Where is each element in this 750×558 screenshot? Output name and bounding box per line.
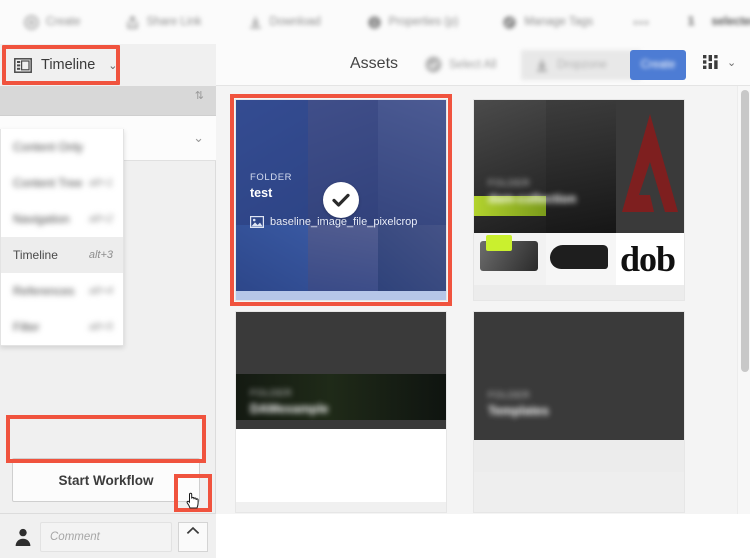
select-all-button[interactable]: Select All: [425, 56, 496, 73]
card-footer: [474, 440, 684, 512]
create-button[interactable]: Create: [630, 50, 686, 80]
download-icon: [535, 58, 549, 73]
card-thumbnail: dob FOLDER dam-collection: [474, 100, 684, 285]
grid-view-icon: [703, 55, 719, 70]
dropdown-item-label: Content Tree: [13, 176, 82, 190]
workflow-section: Start Workflow: [0, 449, 216, 513]
selection-count: 1: [688, 16, 694, 28]
collage-tile: [474, 233, 546, 285]
dropdown-item-label: Content Only: [13, 140, 83, 154]
card-selected-check[interactable]: [323, 182, 359, 218]
select-all-label: Select All: [449, 59, 496, 71]
check-icon: [330, 189, 352, 211]
download-action[interactable]: Download: [248, 15, 321, 30]
chevron-down-icon[interactable]: ⌄: [108, 59, 117, 72]
dropdown-item-references[interactable]: References alt+4: [1, 273, 123, 309]
adobe-logo-tile: [616, 100, 684, 233]
panel-layout-icon: [14, 58, 32, 73]
share-link-label: Share Link: [147, 16, 202, 28]
card-footer: [474, 285, 684, 300]
card-file-row: baseline_image_file_pixelcrop: [250, 216, 417, 228]
collage-tile: [546, 233, 616, 285]
card-footer: [236, 429, 446, 512]
create-action-label: Create: [46, 16, 81, 28]
chevron-down-icon[interactable]: ⌄: [193, 130, 204, 146]
asset-card[interactable]: dob FOLDER dam-collection: [474, 100, 684, 300]
properties-action[interactable]: Properties (p): [367, 15, 459, 30]
chevron-down-icon[interactable]: ⌄: [727, 56, 736, 69]
dropdown-item-shortcut: alt+3: [89, 249, 113, 261]
start-workflow-button[interactable]: Start Workflow: [12, 458, 200, 502]
dropdown-item-content-tree[interactable]: Content Tree alt+1: [1, 165, 123, 201]
mouse-cursor-icon: [186, 489, 202, 509]
timeline-switcher[interactable]: Timeline ⌄: [14, 57, 117, 73]
card-label: FOLDER Templates: [488, 390, 549, 418]
dropdown-item-label: References: [13, 284, 74, 298]
comment-input[interactable]: Comment: [40, 522, 172, 552]
image-icon: [250, 216, 264, 228]
asset-card[interactable]: FOLDER DAMexample: [236, 312, 446, 512]
card-thumbnail: FOLDER DAMexample: [236, 312, 446, 430]
dropdown-item-filter[interactable]: Filter alt+5: [1, 309, 123, 345]
user-icon: [13, 527, 33, 547]
scrollbar-track[interactable]: [737, 86, 750, 514]
collage-accent: [474, 196, 546, 216]
top-action-bar: Create Share Link Download Properties (p…: [0, 0, 750, 45]
dropdown-item-label: Filter: [13, 320, 40, 334]
timeline-switcher-label: Timeline: [41, 57, 95, 73]
assets-grid: FOLDER test baseline_image_file_pixelcro…: [216, 86, 750, 514]
selection-word: selected: [711, 16, 750, 28]
sort-updown-icon[interactable]: ⇅: [195, 91, 204, 102]
view-switcher[interactable]: ⌄: [703, 55, 736, 70]
dropdown-item-timeline[interactable]: Timeline alt+3: [1, 237, 123, 273]
assets-header: Assets Select All Dropzone Create ⌄: [216, 44, 750, 86]
dropdown-item-shortcut: alt+4: [89, 285, 113, 297]
dropdown-item-content-only[interactable]: Content Only: [1, 129, 123, 165]
plus-circle-icon: [24, 15, 39, 30]
selection-status: 1 selected (escape): [688, 16, 750, 28]
comment-send-button[interactable]: [178, 522, 208, 552]
card-thumbnail: FOLDER Templates: [474, 312, 684, 440]
left-rail: ⇅ ⌄ Timeline ⌄ Content Only Content Tree…: [0, 44, 216, 514]
check-circle-icon: [425, 56, 442, 73]
card-kind: FOLDER: [488, 390, 549, 401]
dropdown-item-shortcut: alt+2: [89, 213, 113, 225]
collage-tile: [546, 100, 616, 233]
tag-circle-icon: [502, 15, 517, 30]
dropdown-item-label: Timeline: [13, 248, 58, 262]
properties-label: Properties (p): [389, 16, 459, 28]
dropdown-item-label: Navigation: [13, 212, 70, 226]
manage-tags-action[interactable]: Manage Tags: [502, 15, 593, 30]
page-title: Assets: [350, 55, 398, 73]
brand-text-tile: dob: [616, 233, 684, 285]
comment-bar: Comment: [0, 513, 216, 558]
rail-sort-row[interactable]: ⇅: [0, 86, 216, 116]
dropdown-item-shortcut: alt+1: [89, 177, 113, 189]
asset-card[interactable]: FOLDER Templates: [474, 312, 684, 512]
download-label: Download: [270, 16, 321, 28]
timeline-dropdown-menu[interactable]: Content Only Content Tree alt+1 Navigati…: [0, 129, 124, 346]
adobe-a-icon: [616, 100, 684, 233]
dropdown-item-navigation[interactable]: Navigation alt+2: [1, 201, 123, 237]
create-action[interactable]: Create: [24, 15, 81, 30]
dropdown-item-shortcut: alt+5: [89, 321, 113, 333]
collage-tile: [236, 374, 446, 420]
dropzone-button[interactable]: Dropzone: [521, 50, 641, 80]
share-link-action[interactable]: Share Link: [125, 15, 202, 30]
info-circle-icon: [367, 15, 382, 30]
brand-text: dob: [620, 238, 675, 280]
more-actions-button[interactable]: •••: [633, 15, 650, 30]
asset-card-selected[interactable]: FOLDER test baseline_image_file_pixelcro…: [236, 100, 446, 300]
download-icon: [248, 15, 263, 30]
manage-tags-label: Manage Tags: [524, 16, 593, 28]
share-icon: [125, 15, 140, 30]
card-thumbnail: FOLDER test baseline_image_file_pixelcro…: [236, 100, 446, 300]
chevron-up-icon: [186, 526, 200, 536]
card-bottom-strip: [236, 291, 446, 300]
card-name: Templates: [488, 404, 549, 418]
create-button-label: Create: [641, 59, 676, 71]
scrollbar-thumb[interactable]: [741, 90, 749, 372]
dropzone-label: Dropzone: [557, 59, 607, 71]
rail-header: Timeline ⌄: [0, 44, 216, 86]
